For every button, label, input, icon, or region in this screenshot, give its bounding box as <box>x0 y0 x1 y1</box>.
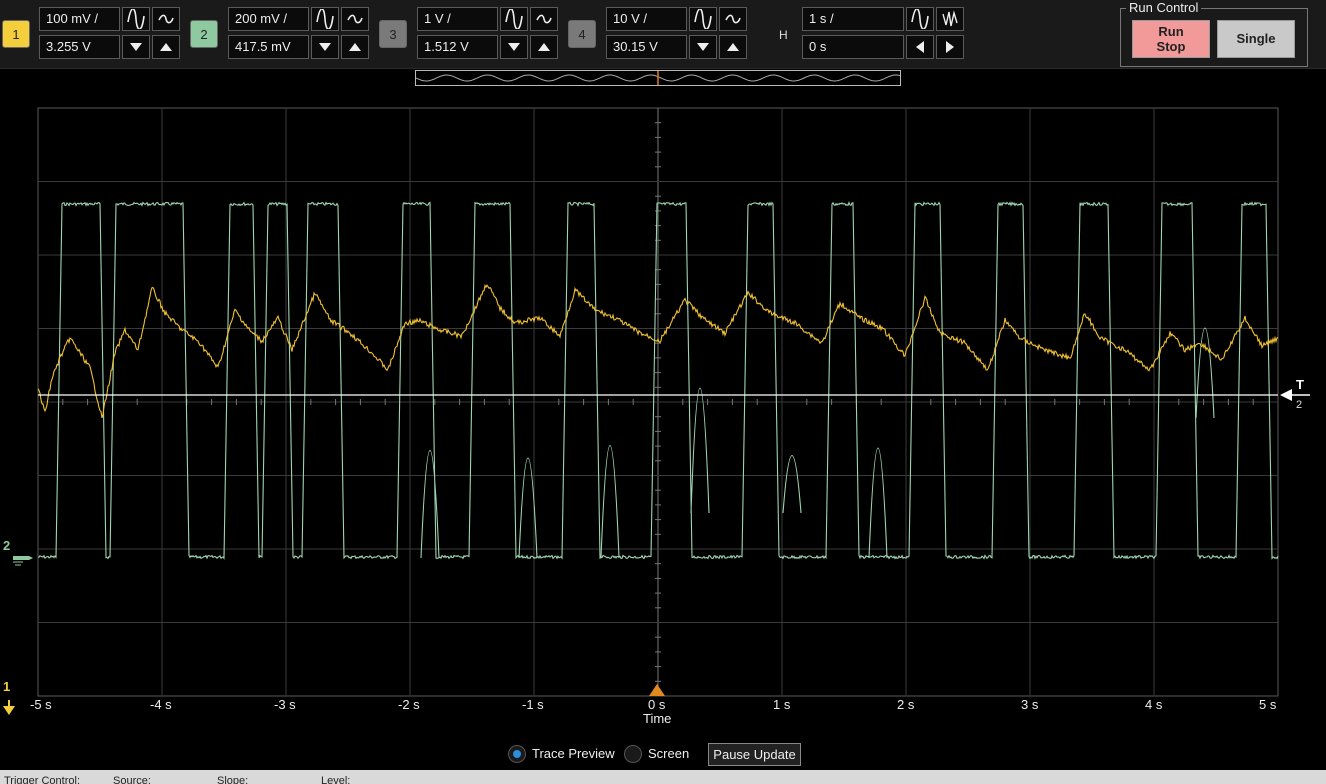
x-tick-label: 0 s <box>648 697 666 712</box>
channel-3-scale[interactable]: 1 V / <box>417 7 498 31</box>
trigger-level-arrow-icon <box>1280 389 1292 401</box>
trace-preview-label: Trace Preview <box>532 746 615 761</box>
trace-preview-strip[interactable] <box>415 70 901 86</box>
channel-2-button[interactable]: 2 <box>190 20 218 48</box>
channel-3-offset-up-icon[interactable] <box>530 35 558 59</box>
channel-1-offset-arrow-icon <box>3 706 15 715</box>
x-axis-label: Time <box>643 711 672 726</box>
channel-1-offset[interactable]: 3.255 V <box>39 35 120 59</box>
horizontal-zoom-icon[interactable] <box>936 7 964 31</box>
channel-4-scale[interactable]: 10 V / <box>606 7 687 31</box>
channel-3-coupling-icon[interactable] <box>530 7 558 31</box>
horizontal-scale[interactable]: 1 s / <box>802 7 904 31</box>
channel-4-offset-down-icon[interactable] <box>689 35 717 59</box>
channel-1-scale[interactable]: 100 mV / <box>39 7 120 31</box>
trigger-slope-field[interactable]: Slope: <box>217 775 248 784</box>
channel-3-offset[interactable]: 1.512 V <box>417 35 498 59</box>
x-tick-label: -4 s <box>150 697 172 712</box>
channel-4-sine-icon[interactable] <box>689 7 717 31</box>
channel-2-offset-up-icon[interactable] <box>341 35 369 59</box>
channel-1-coupling-icon[interactable] <box>152 7 180 31</box>
pause-update-button[interactable]: Pause Update <box>708 743 801 766</box>
x-tick-label: -3 s <box>274 697 296 712</box>
trigger-level-field[interactable]: Level: <box>321 775 350 784</box>
channel-4-coupling-icon[interactable] <box>719 7 747 31</box>
channel-4-button[interactable]: 4 <box>568 20 596 48</box>
x-tick-label: 2 s <box>897 697 915 712</box>
horizontal-sine-icon[interactable] <box>906 7 934 31</box>
x-tick-label: 5 s <box>1259 697 1277 712</box>
channel-3-button[interactable]: 3 <box>379 20 407 48</box>
channel-3-sine-icon[interactable] <box>500 7 528 31</box>
channel-3-offset-down-icon[interactable] <box>500 35 528 59</box>
channel-1-offset-up-icon[interactable] <box>152 35 180 59</box>
trigger-control-bar: Trigger Control: Source: Slope: Level: <box>0 770 1326 784</box>
channel-1-button[interactable]: 1 <box>2 20 30 48</box>
trigger-control-label: Trigger Control: <box>4 775 81 784</box>
preview-waveform <box>415 71 901 85</box>
run-control-title: Run Control <box>1126 0 1202 15</box>
waveform-display[interactable] <box>0 88 1326 738</box>
x-tick-label: 4 s <box>1145 697 1163 712</box>
channel-1-marker: 1 <box>3 679 11 694</box>
trace-preview-radio[interactable] <box>508 745 526 763</box>
x-tick-label: 3 s <box>1021 697 1039 712</box>
channel-2-offset[interactable]: 417.5 mV <box>228 35 309 59</box>
screen-label: Screen <box>648 746 690 761</box>
trigger-source-label: 2 <box>1296 399 1303 411</box>
run-stop-button[interactable]: Run Stop <box>1132 20 1210 58</box>
x-tick-label: -5 s <box>30 697 52 712</box>
trigger-position-icon <box>649 684 665 696</box>
x-tick-label: -1 s <box>522 697 544 712</box>
single-button[interactable]: Single <box>1217 20 1295 58</box>
x-tick-label: -2 s <box>398 697 420 712</box>
channel-2-ground-icon <box>13 556 33 560</box>
horizontal-left-icon[interactable] <box>906 35 934 59</box>
horizontal-label: H <box>779 28 788 42</box>
screen-radio[interactable] <box>624 745 642 763</box>
channel-2-offset-down-icon[interactable] <box>311 35 339 59</box>
horizontal-right-icon[interactable] <box>936 35 964 59</box>
trigger-source-field[interactable]: Source: <box>113 775 151 784</box>
run-stop-label: Run Stop <box>1156 24 1186 54</box>
channel-4-offset[interactable]: 30.15 V <box>606 35 687 59</box>
channel-2-coupling-icon[interactable] <box>341 7 369 31</box>
channel-1-offset-down-icon[interactable] <box>122 35 150 59</box>
channel-2-scale[interactable]: 200 mV / <box>228 7 309 31</box>
channel-4-offset-up-icon[interactable] <box>719 35 747 59</box>
channel-1-sine-icon[interactable] <box>122 7 150 31</box>
trigger-marker: T <box>1296 377 1304 392</box>
horizontal-position[interactable]: 0 s <box>802 35 904 59</box>
x-tick-label: 1 s <box>773 697 791 712</box>
channel-2-sine-icon[interactable] <box>311 7 339 31</box>
channel-2-marker: 2 <box>3 538 11 553</box>
graticule-grid <box>37 107 1279 697</box>
